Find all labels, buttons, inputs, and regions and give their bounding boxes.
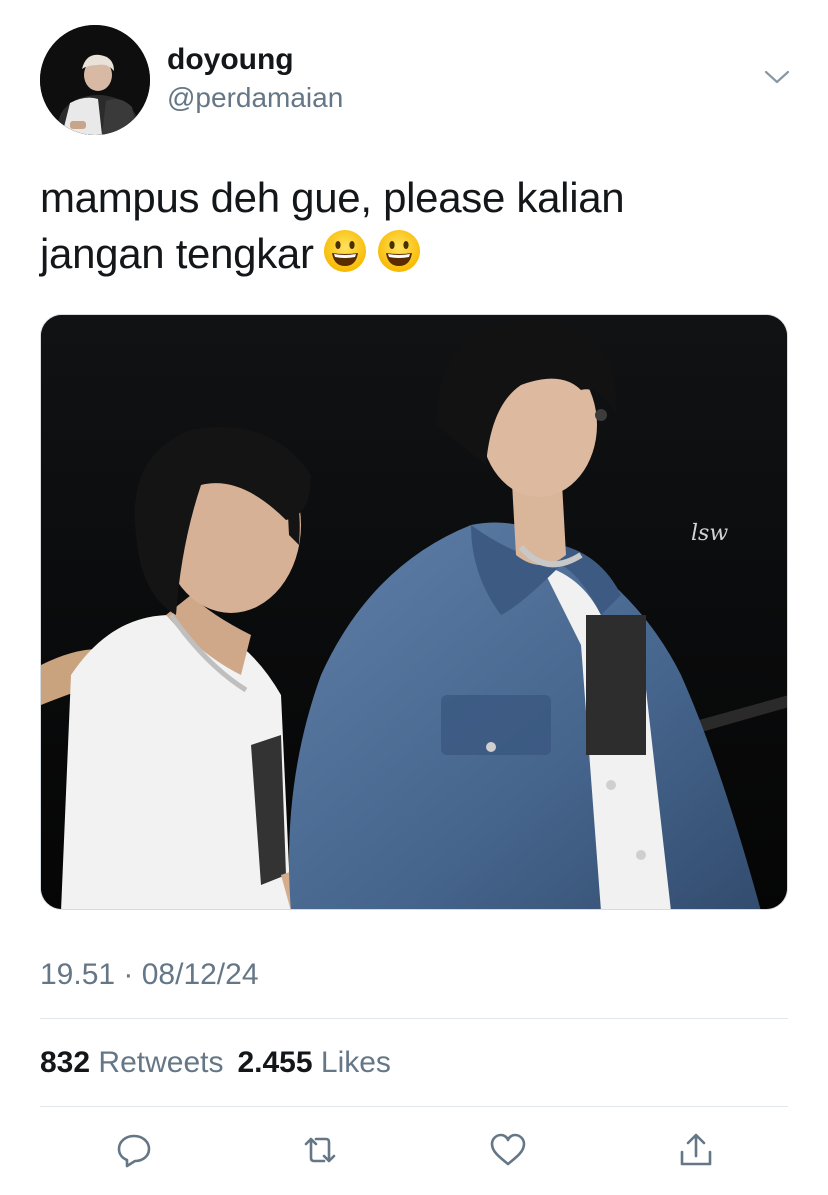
grinning-face-emoji-icon	[322, 228, 368, 288]
like-button[interactable]	[488, 1130, 528, 1170]
more-options-button[interactable]	[758, 62, 796, 92]
reply-button[interactable]	[114, 1130, 154, 1170]
display-name[interactable]: doyoung	[167, 42, 294, 78]
retweets-label: Retweets	[98, 1046, 224, 1079]
retweets-count: 832	[40, 1046, 91, 1079]
grinning-face-emoji-icon	[376, 228, 422, 288]
likes-label: Likes	[320, 1046, 391, 1079]
retweet-button[interactable]	[300, 1130, 340, 1170]
heart-icon	[490, 1133, 526, 1166]
chevron-down-icon	[764, 70, 790, 84]
likes-stat[interactable]: 2.455 Likes	[237, 1046, 390, 1079]
divider	[40, 1018, 788, 1019]
share-icon	[680, 1133, 712, 1166]
tweet-stats: 832 Retweets 2.455 Likes	[40, 1043, 405, 1083]
retweets-stat[interactable]: 832 Retweets	[40, 1046, 223, 1079]
avatar[interactable]	[40, 25, 150, 135]
share-button[interactable]	[676, 1130, 716, 1170]
bottom-edge	[0, 1190, 828, 1195]
retweet-icon	[304, 1137, 336, 1163]
likes-count: 2.455	[237, 1046, 313, 1079]
divider	[40, 1106, 788, 1107]
user-handle[interactable]: @perdamaian	[167, 80, 343, 116]
tweet-timestamp[interactable]: 19.51 · 08/12/24	[40, 955, 259, 995]
avatar-photo	[40, 25, 150, 135]
reply-icon	[117, 1134, 151, 1168]
tweet-text: mampus deh gue, please kalian jangan ten…	[40, 170, 760, 288]
tweet-photo[interactable]: lsw	[40, 314, 788, 910]
concert-photo-illustration: lsw	[41, 315, 787, 909]
svg-text:lsw: lsw	[691, 521, 728, 546]
